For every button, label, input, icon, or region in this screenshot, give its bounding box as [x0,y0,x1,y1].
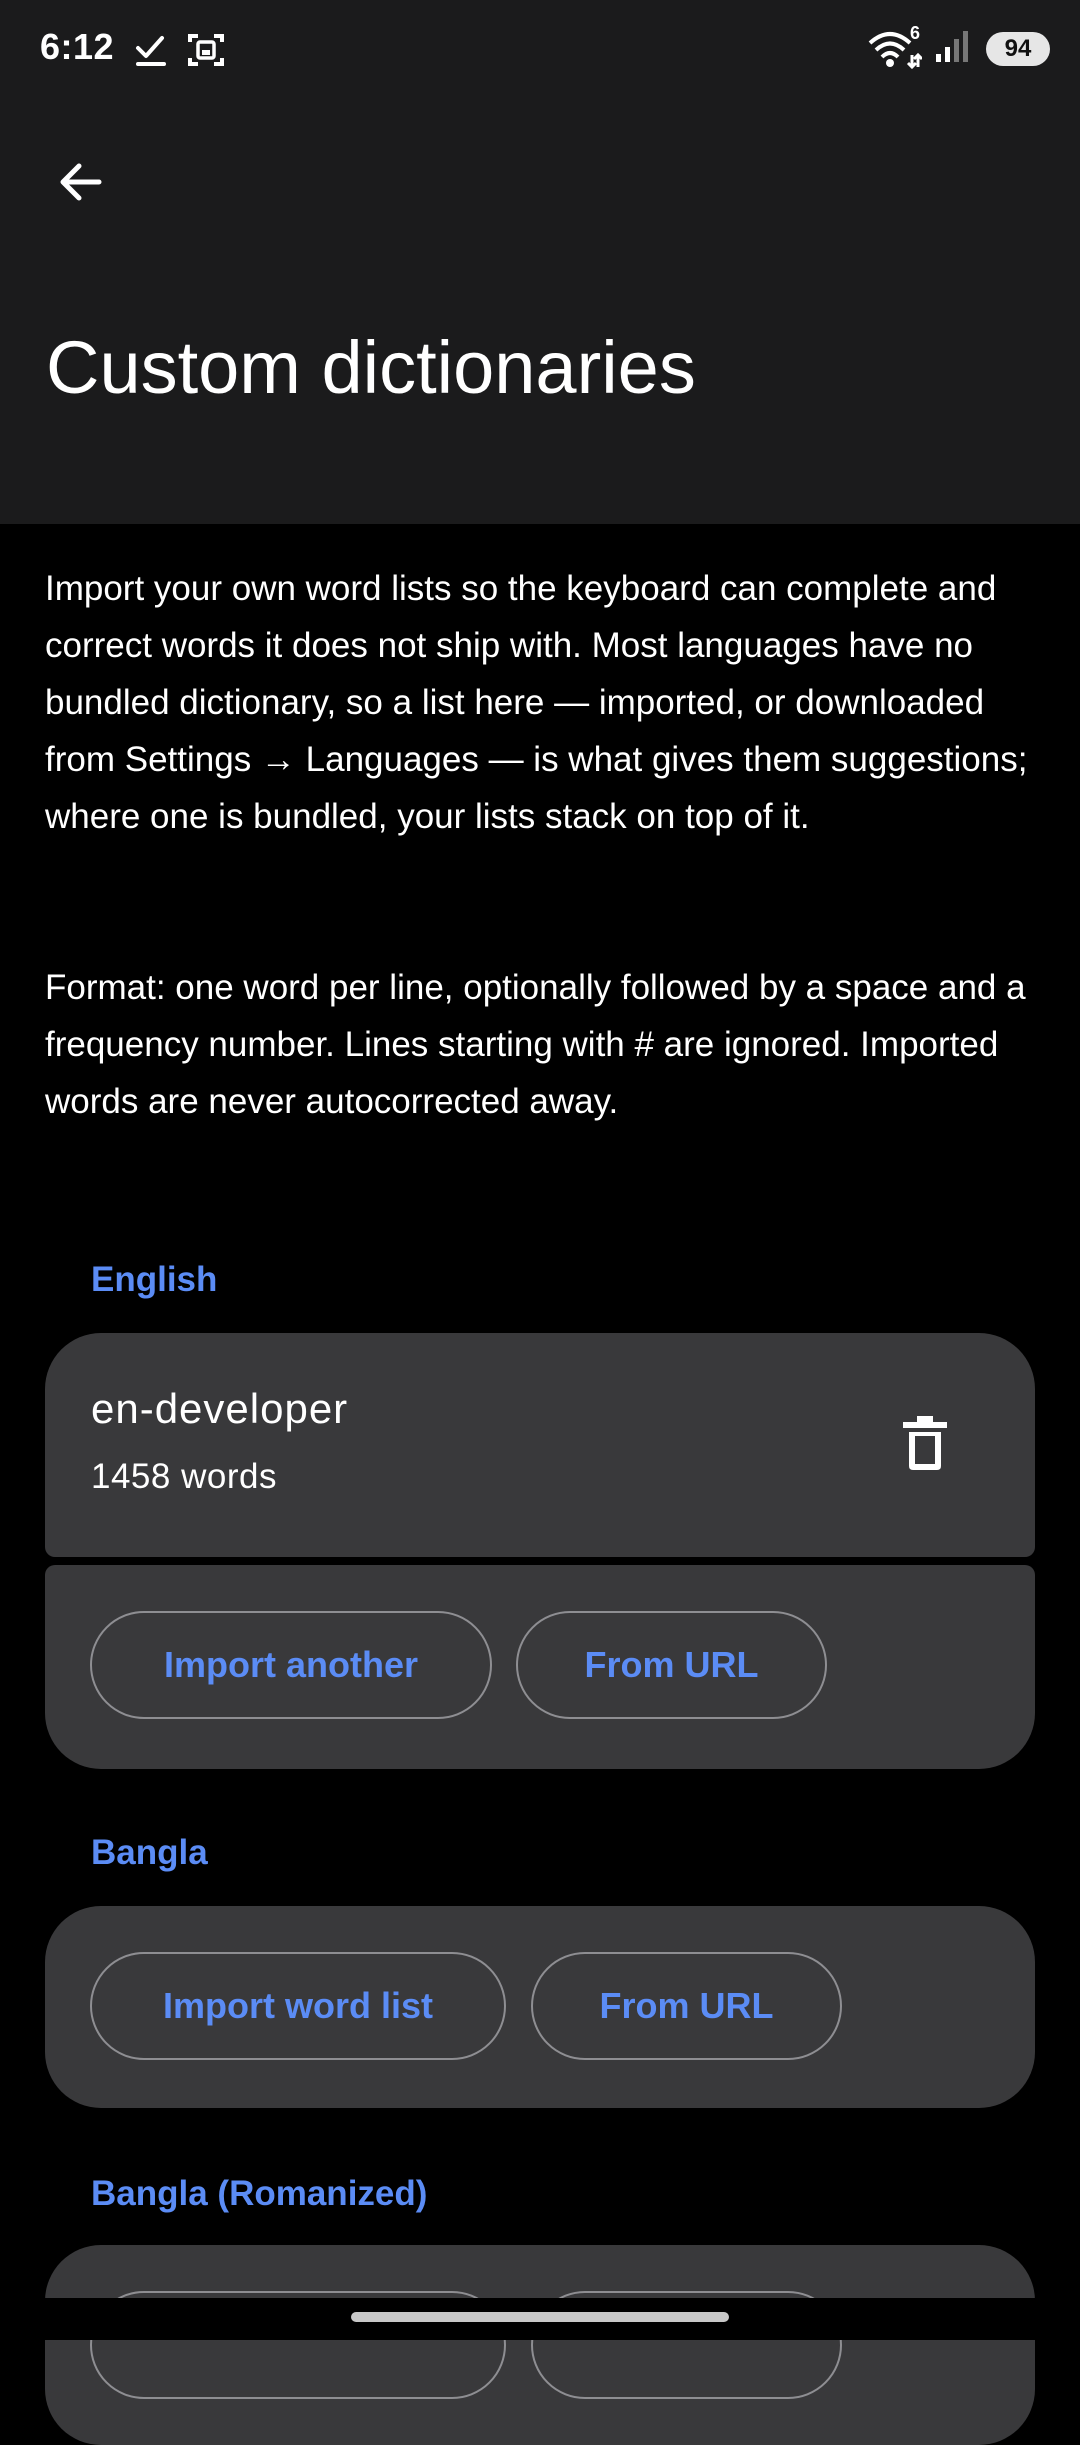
screenshot-icon [186,30,226,75]
arrow-back-icon [55,157,105,212]
english-from-url-button[interactable]: From URL [516,1611,827,1719]
import-word-list-button[interactable]: Import word list [90,1952,506,2060]
bangla-romanized-actions-card [45,2245,1035,2445]
dictionary-name: en-developer [91,1385,349,1432]
wifi-badge: 6 [909,22,920,43]
signal-icon [934,28,974,69]
dictionary-item: en-developer 1458 words [45,1333,1035,1557]
wifi-icon: 6 [868,23,924,69]
checkmark-icon [132,30,172,75]
page-title: Custom dictionaries [46,326,696,409]
status-system-icons: 6 94 [868,23,1050,69]
bangla-from-url-button[interactable]: From URL [531,1952,842,2060]
dictionary-word-count: 1458 words [91,1457,277,1496]
section-label-english: English [91,1260,218,1299]
english-actions-card: Import another From URL [45,1565,1035,1769]
status-time: 6:12 [40,26,115,67]
description-intro: Import your own word lists so the keyboa… [45,569,1028,836]
home-indicator[interactable] [351,2312,729,2322]
delete-dictionary-button[interactable] [895,1415,955,1475]
section-label-bangla-romanized: Bangla (Romanized) [91,2174,428,2213]
import-another-button[interactable]: Import another [90,1611,492,1719]
bangla-actions-card: Import word list From URL [45,1906,1035,2108]
trash-icon [903,1415,947,1475]
top-app-bar: 6:12 6 94 Custom dictionaries [0,0,1080,524]
battery-indicator: 94 [986,31,1050,66]
description-format: Format: one word per line, optionally fo… [45,968,1026,1121]
status-notification-icons [132,30,226,75]
section-label-bangla: Bangla [91,1833,208,1872]
back-button[interactable] [40,144,120,224]
